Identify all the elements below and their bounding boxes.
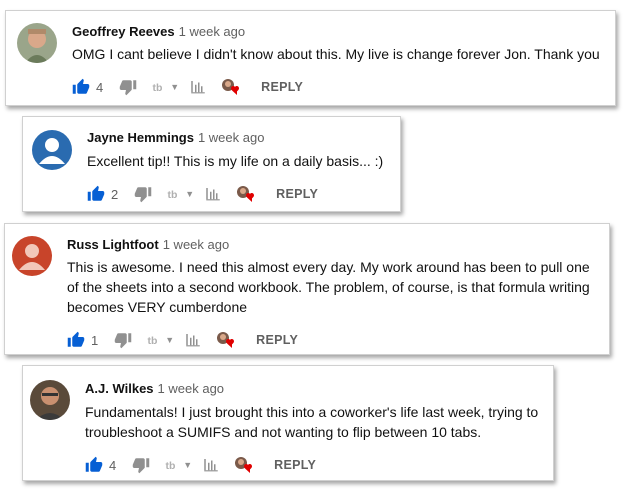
tube-buddy-menu[interactable]: tb ▼ — [146, 331, 174, 349]
comment-text: Excellent tip!! This is my life on a dai… — [87, 153, 384, 169]
like-count: 1 — [91, 332, 99, 348]
author-name[interactable]: Russ Lightfoot — [67, 237, 159, 252]
comment-text: This is awesome. I need this almost ever… — [67, 259, 590, 315]
thumbs-up-icon[interactable] — [67, 331, 85, 349]
reply-button[interactable]: REPLY — [256, 333, 298, 347]
comment-card: A.J. Wilkes 1 week ago Fundamentals! I ju… — [22, 365, 554, 481]
comment-header: Geoffrey Reeves 1 week ago — [72, 24, 245, 40]
author-name[interactable]: Jayne Hemmings — [87, 130, 194, 145]
tube-buddy-icon: tb — [146, 331, 164, 349]
tube-buddy-icon: tb — [151, 78, 169, 96]
creator-heart-icon[interactable] — [221, 78, 241, 96]
reply-button[interactable]: REPLY — [276, 187, 318, 201]
avatar[interactable] — [12, 236, 52, 276]
chevron-down-icon: ▼ — [183, 460, 193, 470]
comment-text: OMG I cant believe I didn't know about t… — [72, 46, 600, 62]
analytics-icon[interactable] — [204, 185, 222, 203]
reply-button[interactable]: REPLY — [261, 80, 303, 94]
comment-card: Jayne Hemmings 1 week ago Excellent tip!!… — [22, 116, 401, 212]
avatar[interactable] — [30, 380, 70, 420]
tube-buddy-menu[interactable]: tb ▼ — [166, 185, 194, 203]
avatar[interactable] — [32, 130, 72, 170]
comment-text: Fundamentals! I just brought this into a… — [85, 404, 539, 440]
tube-buddy-icon: tb — [164, 456, 182, 474]
comment-header: A.J. Wilkes 1 week ago — [85, 381, 224, 397]
thumbs-down-icon[interactable] — [119, 78, 137, 96]
chevron-down-icon: ▼ — [185, 189, 195, 199]
comment-time[interactable]: 1 week ago — [198, 130, 265, 145]
comment-header: Jayne Hemmings 1 week ago — [87, 130, 264, 146]
author-name[interactable]: Geoffrey Reeves — [72, 24, 175, 39]
thumbs-up-icon[interactable] — [87, 185, 105, 203]
analytics-icon[interactable] — [184, 331, 202, 349]
svg-text:tb: tb — [166, 460, 176, 472]
tube-buddy-menu[interactable]: tb ▼ — [164, 456, 192, 474]
creator-heart-icon[interactable] — [234, 456, 254, 474]
like-count: 4 — [96, 79, 104, 95]
comment-time[interactable]: 1 week ago — [179, 24, 246, 39]
comment-card: Russ Lightfoot 1 week ago This is awesome… — [4, 223, 610, 355]
action-bar: 2 tb ▼ REPLY — [87, 184, 318, 204]
comment-card: Geoffrey Reeves 1 week ago OMG I cant bel… — [5, 10, 616, 106]
analytics-icon[interactable] — [202, 456, 220, 474]
like-count: 2 — [111, 186, 119, 202]
action-bar: 4 tb ▼ REPLY — [85, 455, 316, 475]
thumbs-up-icon[interactable] — [85, 456, 103, 474]
comment-header: Russ Lightfoot 1 week ago — [67, 237, 229, 253]
chevron-down-icon: ▼ — [165, 335, 175, 345]
tube-buddy-menu[interactable]: tb ▼ — [151, 78, 179, 96]
comment-time[interactable]: 1 week ago — [163, 237, 230, 252]
creator-heart-icon[interactable] — [236, 185, 256, 203]
svg-text:tb: tb — [148, 335, 158, 347]
thumbs-up-icon[interactable] — [72, 78, 90, 96]
thumbs-down-icon[interactable] — [132, 456, 150, 474]
action-bar: 1 tb ▼ REPLY — [67, 330, 298, 350]
svg-text:tb: tb — [168, 189, 178, 201]
chevron-down-icon: ▼ — [170, 82, 180, 92]
thumbs-down-icon[interactable] — [134, 185, 152, 203]
thumbs-down-icon[interactable] — [114, 331, 132, 349]
like-count: 4 — [109, 457, 117, 473]
analytics-icon[interactable] — [189, 78, 207, 96]
avatar[interactable] — [17, 23, 57, 63]
svg-text:tb: tb — [153, 82, 163, 94]
action-bar: 4 tb ▼ REPLY — [72, 77, 303, 97]
reply-button[interactable]: REPLY — [274, 458, 316, 472]
author-name[interactable]: A.J. Wilkes — [85, 381, 154, 396]
creator-heart-icon[interactable] — [216, 331, 236, 349]
tube-buddy-icon: tb — [166, 185, 184, 203]
comment-time[interactable]: 1 week ago — [158, 381, 225, 396]
